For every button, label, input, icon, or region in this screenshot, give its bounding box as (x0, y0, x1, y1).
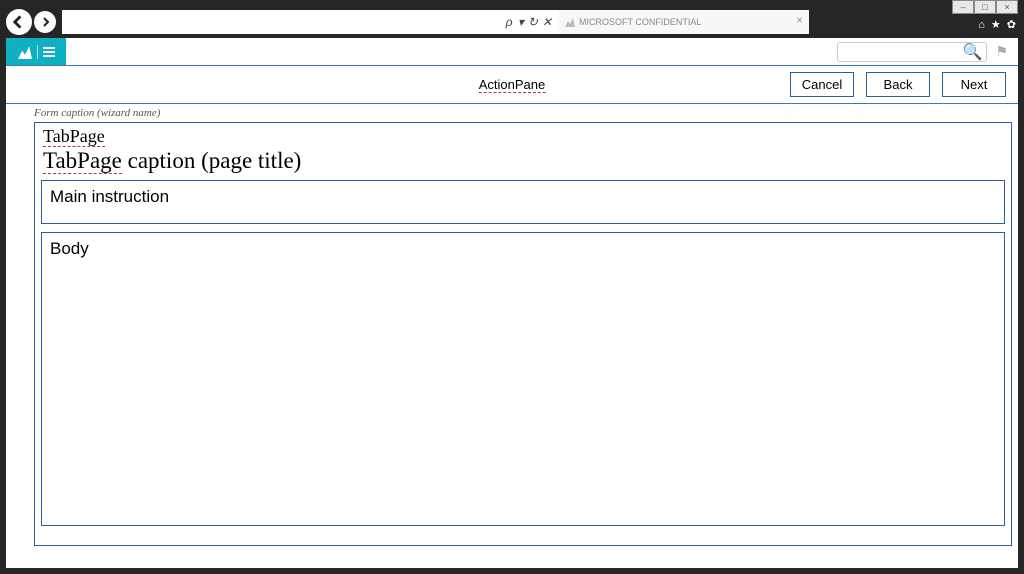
action-pane-label: ActionPane (479, 77, 546, 92)
wizard-body-container: TabPage TabPage caption (page title) Mai… (34, 122, 1012, 546)
tab-logo-icon (565, 17, 575, 27)
arrow-right-icon (40, 17, 50, 27)
main-instruction-region: Main instruction (41, 180, 1005, 224)
window-close-button[interactable]: × (996, 0, 1018, 14)
home-icon[interactable]: ⌂ (978, 19, 985, 31)
cancel-button[interactable]: Cancel (790, 72, 854, 97)
ribbon-search-input[interactable]: 🔍 (837, 42, 987, 62)
ribbon-divider (37, 45, 38, 59)
app-logo-icon (17, 45, 33, 59)
browser-navigation-bar: ρ ▾ ↻ ✕ MICROSOFT CONFIDENTIAL × (6, 6, 1024, 38)
stop-icon[interactable]: ✕ (542, 15, 553, 29)
back-button[interactable]: Back (866, 72, 930, 97)
refresh-icon[interactable]: ↻ (528, 15, 539, 29)
app-surface: 🔍 ⚑ ActionPane Cancel Back Next Form cap… (6, 38, 1018, 568)
favorites-star-icon[interactable]: ★ (991, 18, 1001, 31)
body-region: Body (41, 232, 1005, 526)
search-dropdown-icon[interactable]: ρ ▾ (506, 15, 525, 29)
form-caption: Form caption (wizard name) (6, 104, 1018, 122)
arrow-left-icon (12, 15, 26, 29)
address-bar-controls: ρ ▾ ↻ ✕ (506, 15, 553, 29)
settings-gear-icon[interactable]: ✿ (1007, 18, 1016, 31)
search-icon: 🔍 (963, 42, 983, 62)
action-pane: ActionPane Cancel Back Next (6, 66, 1018, 104)
ribbon-bar: 🔍 ⚑ (6, 38, 1018, 66)
ribbon-home-tab[interactable] (6, 38, 66, 65)
wizard-content: Form caption (wizard name) TabPage TabPa… (6, 104, 1018, 546)
hamburger-menu-icon[interactable] (42, 47, 56, 57)
tab-close-icon[interactable]: × (796, 13, 803, 27)
next-button[interactable]: Next (942, 72, 1006, 97)
browser-tab[interactable]: MICROSOFT CONFIDENTIAL × (559, 10, 809, 34)
tabpage-caption: TabPage caption (page title) (39, 148, 1007, 178)
nav-forward-button[interactable] (34, 11, 56, 33)
window-minimize-button[interactable]: – (952, 0, 974, 14)
nav-back-button[interactable] (6, 9, 32, 35)
flag-icon[interactable]: ⚑ (995, 43, 1008, 60)
window-maximize-button[interactable]: □ (974, 0, 996, 14)
tabpage-label: TabPage (39, 125, 1007, 148)
tab-title: MICROSOFT CONFIDENTIAL (579, 17, 701, 27)
address-bar[interactable]: ρ ▾ ↻ ✕ (62, 10, 559, 34)
